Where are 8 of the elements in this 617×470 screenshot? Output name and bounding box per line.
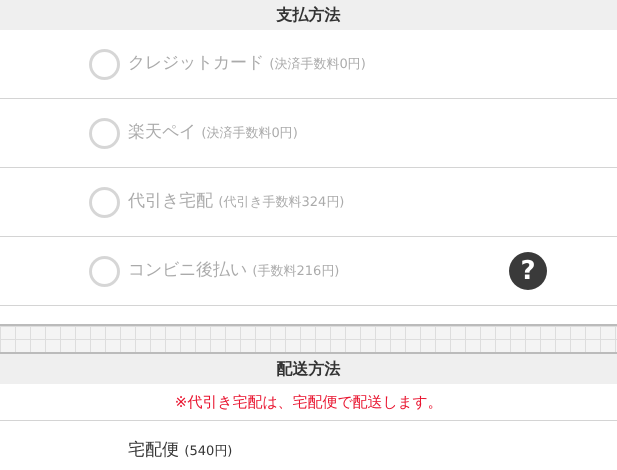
notice-text: ※代引き宅配は、宅配便で配送します。 bbox=[174, 392, 442, 413]
option-label: コンビニ後払い (手数料216円) bbox=[128, 259, 340, 282]
section-title: 支払方法 bbox=[276, 4, 340, 26]
option-label: 宅配便 (540円) bbox=[128, 439, 232, 462]
option-label: クレジットカード (決済手数料0円) bbox=[128, 52, 366, 76]
section-title: 配送方法 bbox=[276, 358, 340, 380]
option-label: 楽天ペイ (決済手数料0円) bbox=[128, 121, 298, 144]
option-label: 代引き宅配 (代引き手数料324円) bbox=[128, 190, 344, 214]
